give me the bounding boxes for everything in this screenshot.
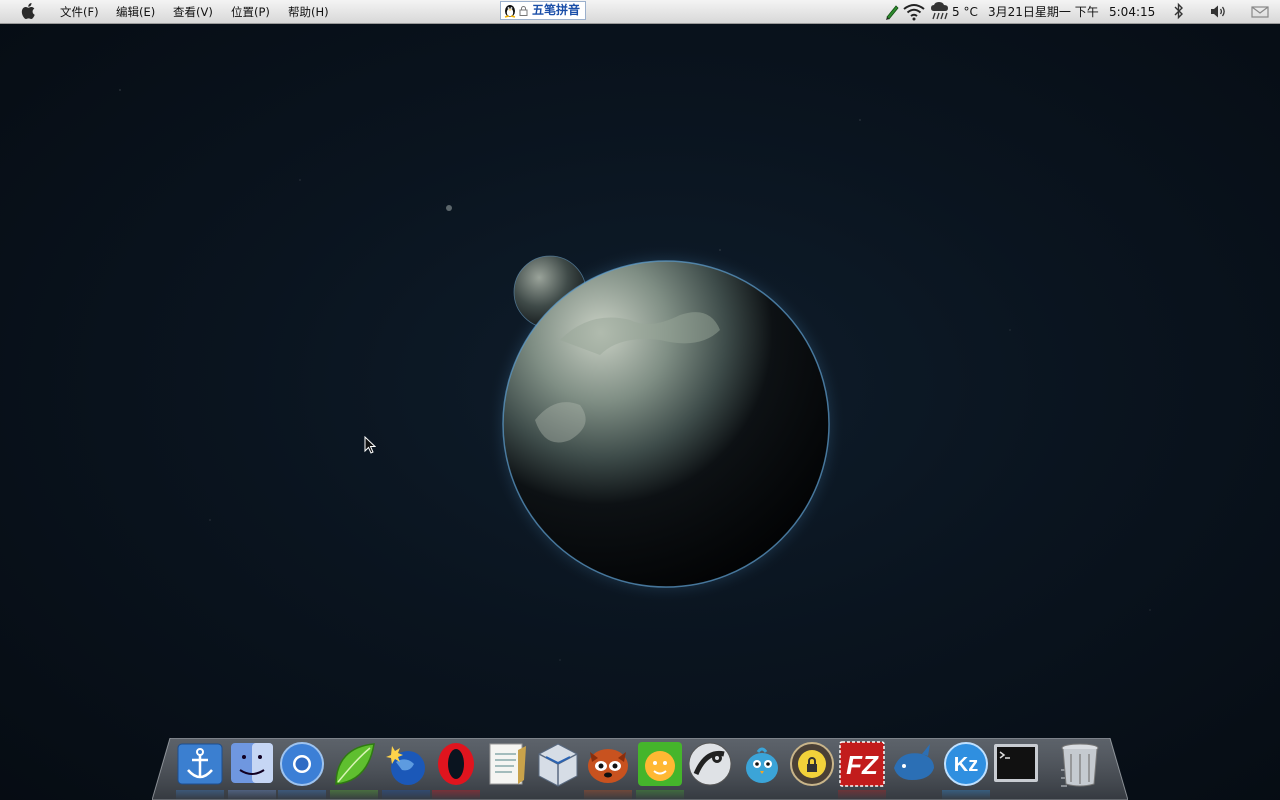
input-method-label: 五笔拼音	[532, 3, 581, 17]
anchor-icon	[177, 743, 223, 785]
dock-terminal[interactable]	[992, 740, 1040, 788]
menu-edit[interactable]: 编辑(E)	[116, 4, 155, 20]
lock-icon	[519, 5, 528, 16]
red-panda-icon	[588, 749, 628, 783]
temperature-text[interactable]: 5 °C	[952, 4, 978, 20]
dock-reflection	[176, 790, 224, 800]
opera-icon	[438, 743, 474, 785]
menu-help[interactable]: 帮助(H)	[288, 4, 329, 20]
dock-trash[interactable]	[1056, 740, 1104, 788]
planet-wallpaper	[440, 190, 860, 610]
dock-red-panda-app[interactable]	[584, 740, 632, 788]
globe-icon	[386, 746, 425, 785]
apple-logo-icon[interactable]	[19, 1, 39, 21]
dock-kz-app[interactable]: Kz	[942, 740, 990, 788]
filezilla-icon: FZ	[839, 741, 885, 787]
dock-text-editor[interactable]	[484, 740, 532, 788]
dock-reflection	[432, 790, 480, 800]
rain-weather-icon[interactable]	[930, 2, 950, 21]
dock-filezilla[interactable]: FZ	[838, 740, 886, 788]
dock-reflection	[636, 790, 684, 800]
kz-label: Kz	[954, 754, 978, 776]
clock-time[interactable]: 5:04:15	[1109, 4, 1155, 20]
dock-chromium[interactable]	[278, 740, 326, 788]
virtualbox-icon	[538, 743, 578, 787]
leaf-icon	[335, 743, 375, 785]
bluetooth-icon[interactable]	[1172, 2, 1186, 21]
mouse-cursor-icon	[364, 435, 377, 454]
text-editor-icon	[489, 743, 526, 785]
dolphin-icon	[894, 744, 934, 780]
dock-blue-bird-app[interactable]	[738, 740, 786, 788]
menu-view[interactable]: 查看(V)	[173, 4, 213, 20]
menu-places[interactable]: 位置(P)	[231, 4, 270, 20]
terminal-icon	[994, 744, 1038, 782]
trash-icon	[1061, 743, 1099, 787]
wifi-icon[interactable]	[902, 2, 926, 21]
volume-icon[interactable]	[1209, 2, 1229, 21]
top-menu-bar: 文件(F) 编辑(E) 查看(V) 位置(P) 帮助(H) 五笔拼音 5 °C …	[0, 0, 1280, 24]
input-method-indicator[interactable]: 五笔拼音	[500, 1, 586, 20]
qq-icon	[638, 742, 682, 786]
dock-reflection	[838, 790, 886, 800]
dock-reflection	[942, 790, 990, 800]
filezilla-label: FZ	[846, 750, 879, 780]
date-text[interactable]: 3月21日星期一 下午	[988, 4, 1099, 20]
steam-icon	[688, 742, 732, 786]
dock-reflection	[228, 790, 276, 800]
dock-reflection	[584, 790, 632, 800]
mail-icon[interactable]	[1251, 2, 1269, 21]
dock-lock-face-app[interactable]	[788, 740, 836, 788]
dock-reflection	[382, 790, 430, 800]
lock-face-icon	[790, 742, 834, 786]
dock-reflection	[278, 790, 326, 800]
chromium-icon	[280, 742, 324, 786]
blue-bird-icon	[746, 747, 778, 783]
dock-anchor-app[interactable]	[176, 740, 224, 788]
dock-globe-app[interactable]	[382, 740, 430, 788]
pen-icon[interactable]	[884, 2, 900, 21]
dock-steam[interactable]	[686, 740, 734, 788]
finder-icon	[231, 743, 273, 783]
dock-qq[interactable]	[636, 740, 684, 788]
kz-icon: Kz	[944, 742, 988, 786]
dock-reflection	[330, 790, 378, 800]
dock-dolphin-app[interactable]	[890, 740, 938, 788]
desktop[interactable]: 文件(F) 编辑(E) 查看(V) 位置(P) 帮助(H) 五笔拼音 5 °C …	[0, 0, 1280, 800]
penguin-icon	[503, 3, 517, 18]
dock-finder[interactable]	[228, 740, 276, 788]
dock-separator	[1040, 740, 1067, 788]
menu-file[interactable]: 文件(F)	[60, 4, 99, 20]
dock-leaf-app[interactable]	[330, 740, 378, 788]
dock-opera[interactable]	[432, 740, 480, 788]
dock-virtualbox[interactable]	[534, 740, 582, 788]
